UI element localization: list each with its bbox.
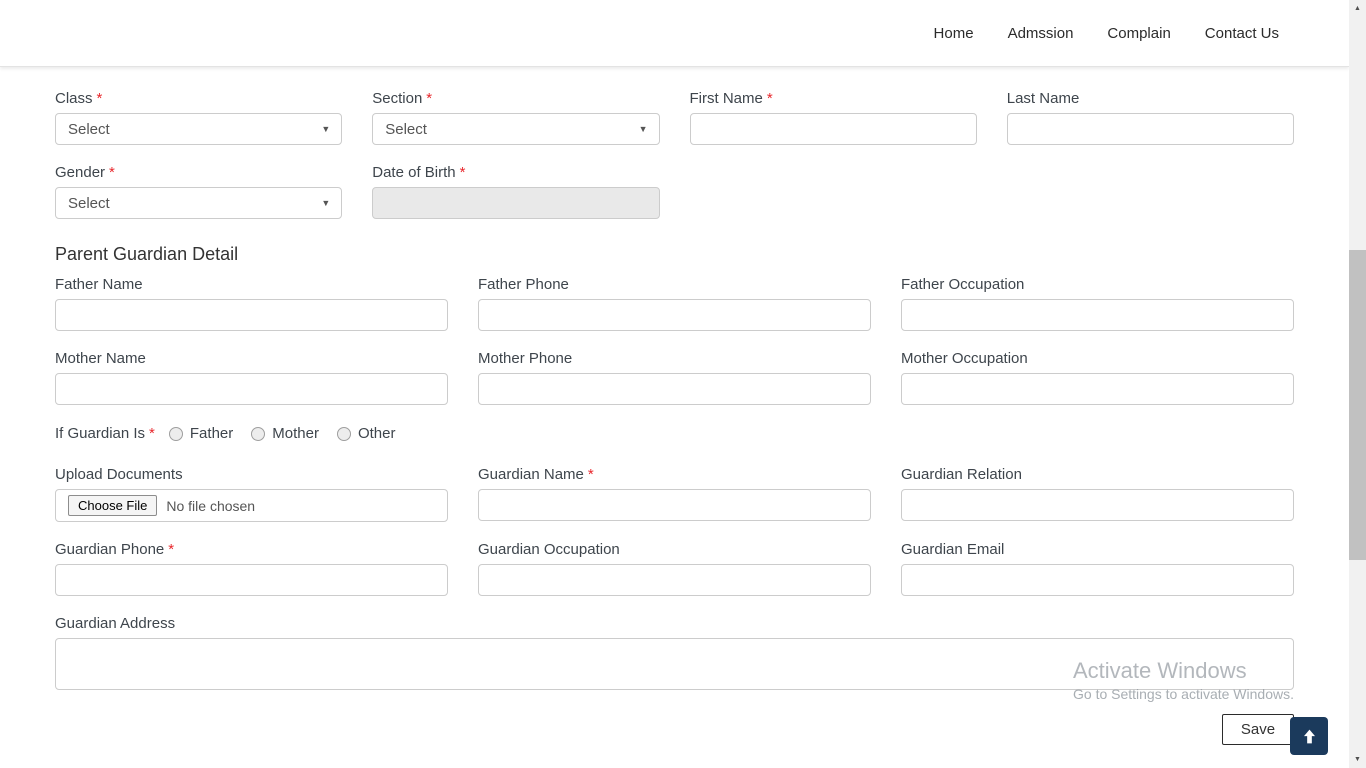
father-phone-field: Father Phone xyxy=(478,275,871,331)
guardian-phone-field: Guardian Phone * xyxy=(55,540,448,596)
class-field: Class * Select ▼ xyxy=(55,89,343,145)
last-name-label: Last Name xyxy=(1006,90,1080,107)
nav-complain[interactable]: Complain xyxy=(1107,25,1170,42)
mother-name-input[interactable] xyxy=(55,373,448,405)
required-asterisk: * xyxy=(587,466,594,483)
nav-admission[interactable]: Admssion xyxy=(1008,25,1074,42)
mother-name-label: Mother Name xyxy=(55,350,146,367)
parent-guardian-heading: Parent Guardian Detail xyxy=(55,244,239,264)
upload-documents-field: Upload Documents Choose File No file cho… xyxy=(55,465,448,522)
guardian-radio-father[interactable]: Father xyxy=(168,425,233,442)
class-label: Class * xyxy=(55,90,103,107)
guardian-radio-other-input[interactable] xyxy=(336,426,351,441)
first-name-input[interactable] xyxy=(689,113,977,145)
gender-select-control[interactable]: Select xyxy=(55,187,343,219)
student-row-2: Gender * Select ▼ Date of Birth * xyxy=(55,163,1294,219)
student-row-1: Class * Select ▼ Section * Select ▼ First … xyxy=(55,89,1294,145)
first-name-label: First Name * xyxy=(689,90,773,107)
dob-input[interactable] xyxy=(372,187,660,219)
dob-label: Date of Birth * xyxy=(372,164,466,181)
guardian-email-input[interactable] xyxy=(901,564,1294,596)
father-name-input[interactable] xyxy=(55,299,448,331)
last-name-field: Last Name xyxy=(1006,89,1294,145)
father-occupation-input[interactable] xyxy=(901,299,1294,331)
guardian-relation-field: Guardian Relation xyxy=(901,465,1294,522)
scroll-to-top-button[interactable] xyxy=(1290,717,1328,755)
father-phone-input[interactable] xyxy=(478,299,871,331)
nav-home[interactable]: Home xyxy=(934,25,974,42)
dob-field: Date of Birth * xyxy=(372,163,660,219)
guardian-phone-input[interactable] xyxy=(55,564,448,596)
gender-label: Gender * xyxy=(55,164,115,181)
top-navbar: Home Admssion Complain Contact Us xyxy=(0,0,1349,67)
gender-select: Select ▼ xyxy=(55,187,343,219)
mother-occupation-label: Mother Occupation xyxy=(901,350,1028,367)
required-asterisk: * xyxy=(766,90,773,107)
class-select: Select ▼ xyxy=(55,113,343,145)
section-select-control[interactable]: Select xyxy=(372,113,660,145)
guardian-address-label: Guardian Address xyxy=(55,615,176,632)
required-asterisk: * xyxy=(426,90,433,107)
guardian-radio-father-input[interactable] xyxy=(168,426,183,441)
guardian-row-1: Upload Documents Choose File No file cho… xyxy=(55,465,1294,522)
if-guardian-is-row: If Guardian Is * Father Mother Other xyxy=(55,424,1294,443)
guardian-email-label: Guardian Email xyxy=(901,541,1005,558)
scrollbar-thumb[interactable] xyxy=(1349,250,1366,560)
required-asterisk: * xyxy=(459,164,466,181)
save-row: Save xyxy=(55,714,1328,755)
scrollbar-down-arrow-icon[interactable]: ▼ xyxy=(1349,751,1366,768)
arrow-up-icon xyxy=(1301,728,1318,745)
guardian-name-input[interactable] xyxy=(478,489,871,521)
save-button[interactable]: Save xyxy=(1222,714,1294,745)
mother-phone-field: Mother Phone xyxy=(478,349,871,405)
gender-field: Gender * Select ▼ xyxy=(55,163,343,219)
guardian-radio-other[interactable]: Other xyxy=(336,425,395,442)
file-status-text: No file chosen xyxy=(166,497,256,514)
required-asterisk: * xyxy=(109,164,115,181)
guardian-occupation-input[interactable] xyxy=(478,564,871,596)
nav-contact-us[interactable]: Contact Us xyxy=(1205,25,1279,42)
guardian-radio-mother[interactable]: Mother xyxy=(251,425,319,442)
section-field: Section * Select ▼ xyxy=(372,89,660,145)
class-select-control[interactable]: Select xyxy=(55,113,343,145)
father-occupation-field: Father Occupation xyxy=(901,275,1294,331)
guardian-relation-label: Guardian Relation xyxy=(901,466,1022,483)
father-name-field: Father Name xyxy=(55,275,448,331)
guardian-occupation-label: Guardian Occupation xyxy=(478,541,620,558)
mother-occupation-field: Mother Occupation xyxy=(901,349,1294,405)
first-name-field: First Name * xyxy=(689,89,977,145)
upload-documents-label: Upload Documents xyxy=(55,466,183,483)
guardian-name-label: Guardian Name * xyxy=(478,466,594,483)
guardian-email-field: Guardian Email xyxy=(901,540,1294,596)
father-row: Father Name Father Phone Father Occupati… xyxy=(55,275,1294,331)
mother-phone-input[interactable] xyxy=(478,373,871,405)
guardian-address-input[interactable] xyxy=(55,638,1294,690)
guardian-relation-input[interactable] xyxy=(901,489,1294,521)
mother-occupation-input[interactable] xyxy=(901,373,1294,405)
guardian-phone-label: Guardian Phone * xyxy=(55,541,175,558)
mother-phone-label: Mother Phone xyxy=(478,350,573,367)
father-occupation-label: Father Occupation xyxy=(901,276,1025,293)
mother-row: Mother Name Mother Phone Mother Occupati… xyxy=(55,349,1294,405)
choose-file-button[interactable]: Choose File xyxy=(68,495,158,516)
guardian-address-field: Guardian Address xyxy=(55,614,1294,695)
guardian-occupation-field: Guardian Occupation xyxy=(478,540,871,596)
last-name-input[interactable] xyxy=(1006,113,1294,145)
admission-form: Class * Select ▼ Section * Select ▼ First … xyxy=(0,67,1349,768)
required-asterisk: * xyxy=(149,425,155,442)
guardian-row-2: Guardian Phone * Guardian Occupation Guar… xyxy=(55,540,1294,596)
required-asterisk: * xyxy=(96,90,103,107)
guardian-name-field: Guardian Name * xyxy=(478,465,871,522)
guardian-radio-mother-input[interactable] xyxy=(251,426,266,441)
mother-name-field: Mother Name xyxy=(55,349,448,405)
required-asterisk: * xyxy=(168,541,175,558)
section-label: Section * xyxy=(372,90,433,107)
father-name-label: Father Name xyxy=(55,276,143,293)
section-select: Select ▼ xyxy=(372,113,660,145)
upload-documents-input[interactable]: Choose File No file chosen xyxy=(55,489,448,522)
vertical-scrollbar[interactable]: ▲ ▼ xyxy=(1349,0,1366,768)
scrollbar-up-arrow-icon[interactable]: ▲ xyxy=(1349,0,1366,17)
father-phone-label: Father Phone xyxy=(478,276,569,293)
if-guardian-is-label: If Guardian Is * xyxy=(55,425,155,442)
